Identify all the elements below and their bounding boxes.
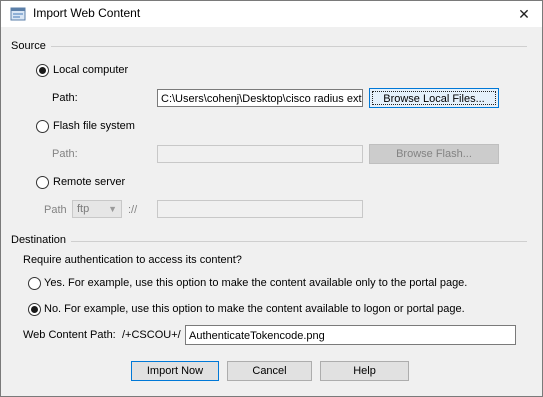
- browse-local-files-label: Browse Local Files...: [372, 91, 496, 105]
- auth-yes-label: Yes. For example, use this option to mak…: [44, 277, 468, 289]
- local-computer-label: Local computer: [53, 64, 129, 76]
- flash-path-input[interactable]: [157, 145, 363, 163]
- app-icon: [10, 7, 26, 21]
- local-path-input[interactable]: C:\Users\cohenj\Desktop\cisco radius ext: [157, 89, 363, 107]
- import-web-content-dialog: Import Web Content ✕ Source Local comput…: [0, 0, 543, 397]
- web-content-path-input[interactable]: AuthenticateTokencode.png: [185, 325, 516, 345]
- url-separator: ://: [128, 204, 138, 216]
- window-title: Import Web Content: [33, 6, 141, 20]
- chevron-down-icon: ▼: [108, 204, 117, 214]
- protocol-value: ftp: [77, 203, 90, 215]
- title-bar: Import Web Content ✕: [1, 1, 542, 27]
- local-path-label: Path:: [52, 92, 78, 104]
- import-now-button[interactable]: Import Now: [131, 361, 219, 381]
- remote-server-label: Remote server: [53, 176, 126, 188]
- cancel-button[interactable]: Cancel: [227, 361, 312, 381]
- remote-server-radio[interactable]: [36, 176, 49, 189]
- close-button[interactable]: ✕: [506, 1, 542, 27]
- help-button[interactable]: Help: [320, 361, 409, 381]
- source-group-label: Source: [11, 40, 50, 52]
- auth-no-label: No. For example, use this option to make…: [44, 303, 465, 315]
- web-content-path-label: Web Content Path:: [23, 329, 116, 341]
- destination-group-label: Destination: [11, 234, 71, 246]
- web-content-path-prefix: /+CSCOU+/: [122, 329, 181, 341]
- source-group-divider: [51, 46, 527, 47]
- flash-file-system-label: Flash file system: [53, 120, 135, 132]
- flash-path-label: Path:: [52, 148, 78, 160]
- close-icon: ✕: [518, 6, 530, 22]
- destination-group-divider: [71, 241, 527, 242]
- local-computer-radio[interactable]: [36, 64, 49, 77]
- browse-flash-button[interactable]: Browse Flash...: [369, 144, 499, 164]
- flash-file-system-radio[interactable]: [36, 120, 49, 133]
- browse-local-files-button[interactable]: Browse Local Files...: [369, 88, 499, 108]
- auth-yes-radio[interactable]: [28, 277, 41, 290]
- protocol-select[interactable]: ftp ▼: [72, 200, 122, 218]
- auth-question: Require authentication to access its con…: [23, 254, 242, 266]
- remote-path-label: Path: [44, 204, 67, 216]
- auth-no-radio[interactable]: [28, 303, 41, 316]
- remote-path-input[interactable]: [157, 200, 363, 218]
